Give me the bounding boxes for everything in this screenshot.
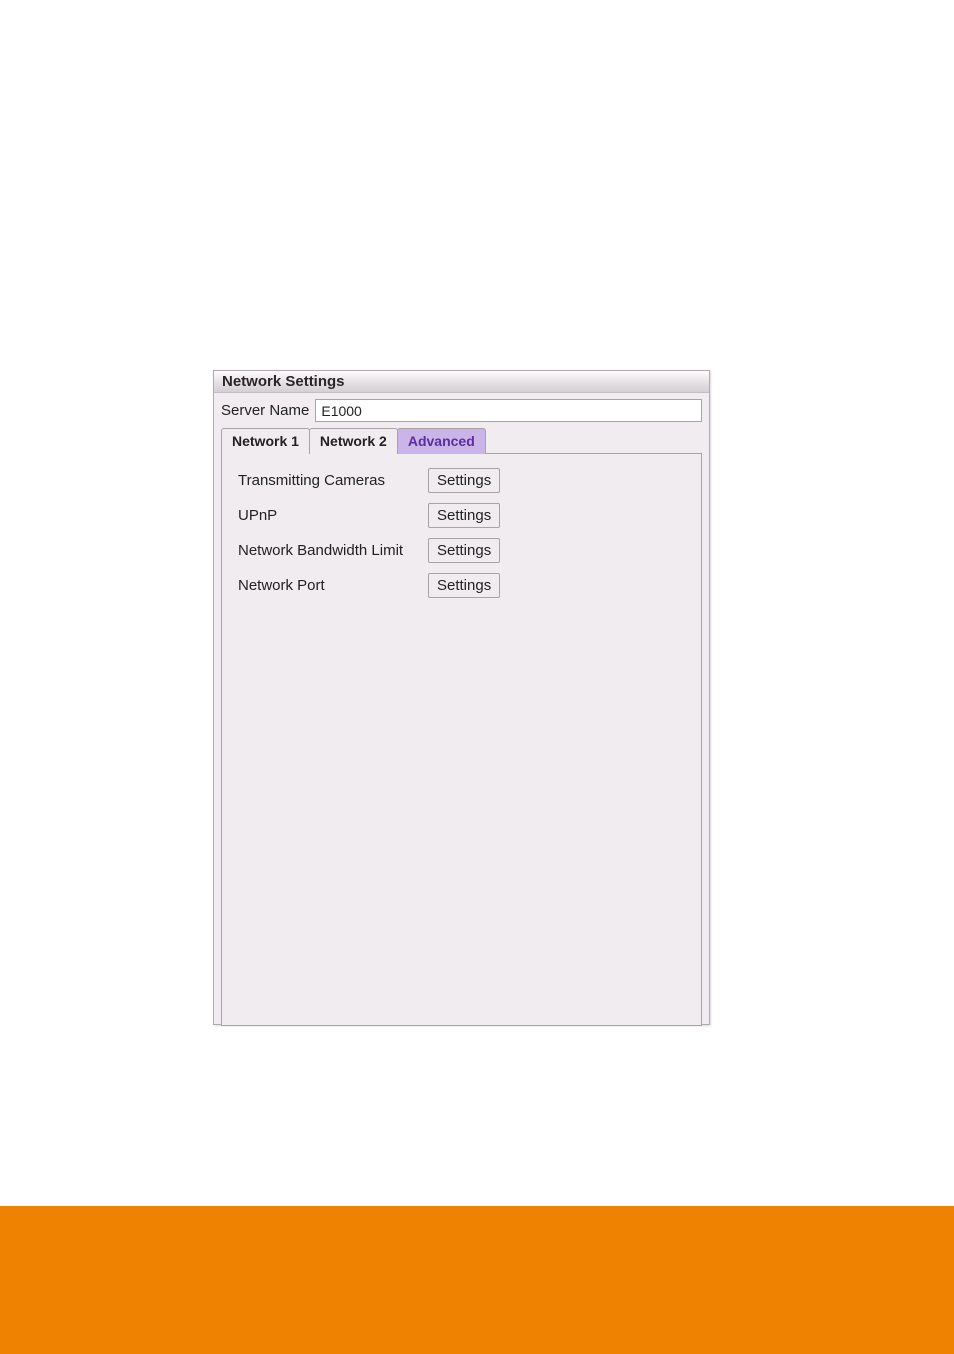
network-settings-panel: Network Settings Server Name Network 1 N…: [213, 370, 710, 1025]
network-port-settings-button[interactable]: Settings: [428, 573, 500, 598]
bandwidth-limit-label: Network Bandwidth Limit: [238, 542, 428, 559]
setting-row-transmitting-cameras: Transmitting Cameras Settings: [238, 468, 685, 493]
footer-bar: [0, 1206, 954, 1354]
upnp-settings-button[interactable]: Settings: [428, 503, 500, 528]
upnp-label: UPnP: [238, 507, 428, 524]
server-name-row: Server Name: [214, 393, 709, 428]
setting-row-upnp: UPnP Settings: [238, 503, 685, 528]
tab-content-advanced: Transmitting Cameras Settings UPnP Setti…: [221, 453, 702, 1026]
server-name-input[interactable]: [315, 399, 702, 422]
tabs-bar: Network 1 Network 2 Advanced: [221, 428, 702, 454]
tabs-container: Network 1 Network 2 Advanced Transmittin…: [214, 428, 709, 1033]
transmitting-cameras-settings-button[interactable]: Settings: [428, 468, 500, 493]
panel-title: Network Settings: [222, 373, 345, 390]
network-port-label: Network Port: [238, 577, 428, 594]
setting-row-bandwidth-limit: Network Bandwidth Limit Settings: [238, 538, 685, 563]
server-name-label: Server Name: [221, 402, 309, 419]
tab-advanced[interactable]: Advanced: [397, 428, 486, 454]
panel-header: Network Settings: [214, 371, 709, 393]
tab-network-1[interactable]: Network 1: [221, 428, 310, 454]
transmitting-cameras-label: Transmitting Cameras: [238, 472, 428, 489]
setting-row-network-port: Network Port Settings: [238, 573, 685, 598]
tab-network-2[interactable]: Network 2: [309, 428, 398, 454]
bandwidth-limit-settings-button[interactable]: Settings: [428, 538, 500, 563]
